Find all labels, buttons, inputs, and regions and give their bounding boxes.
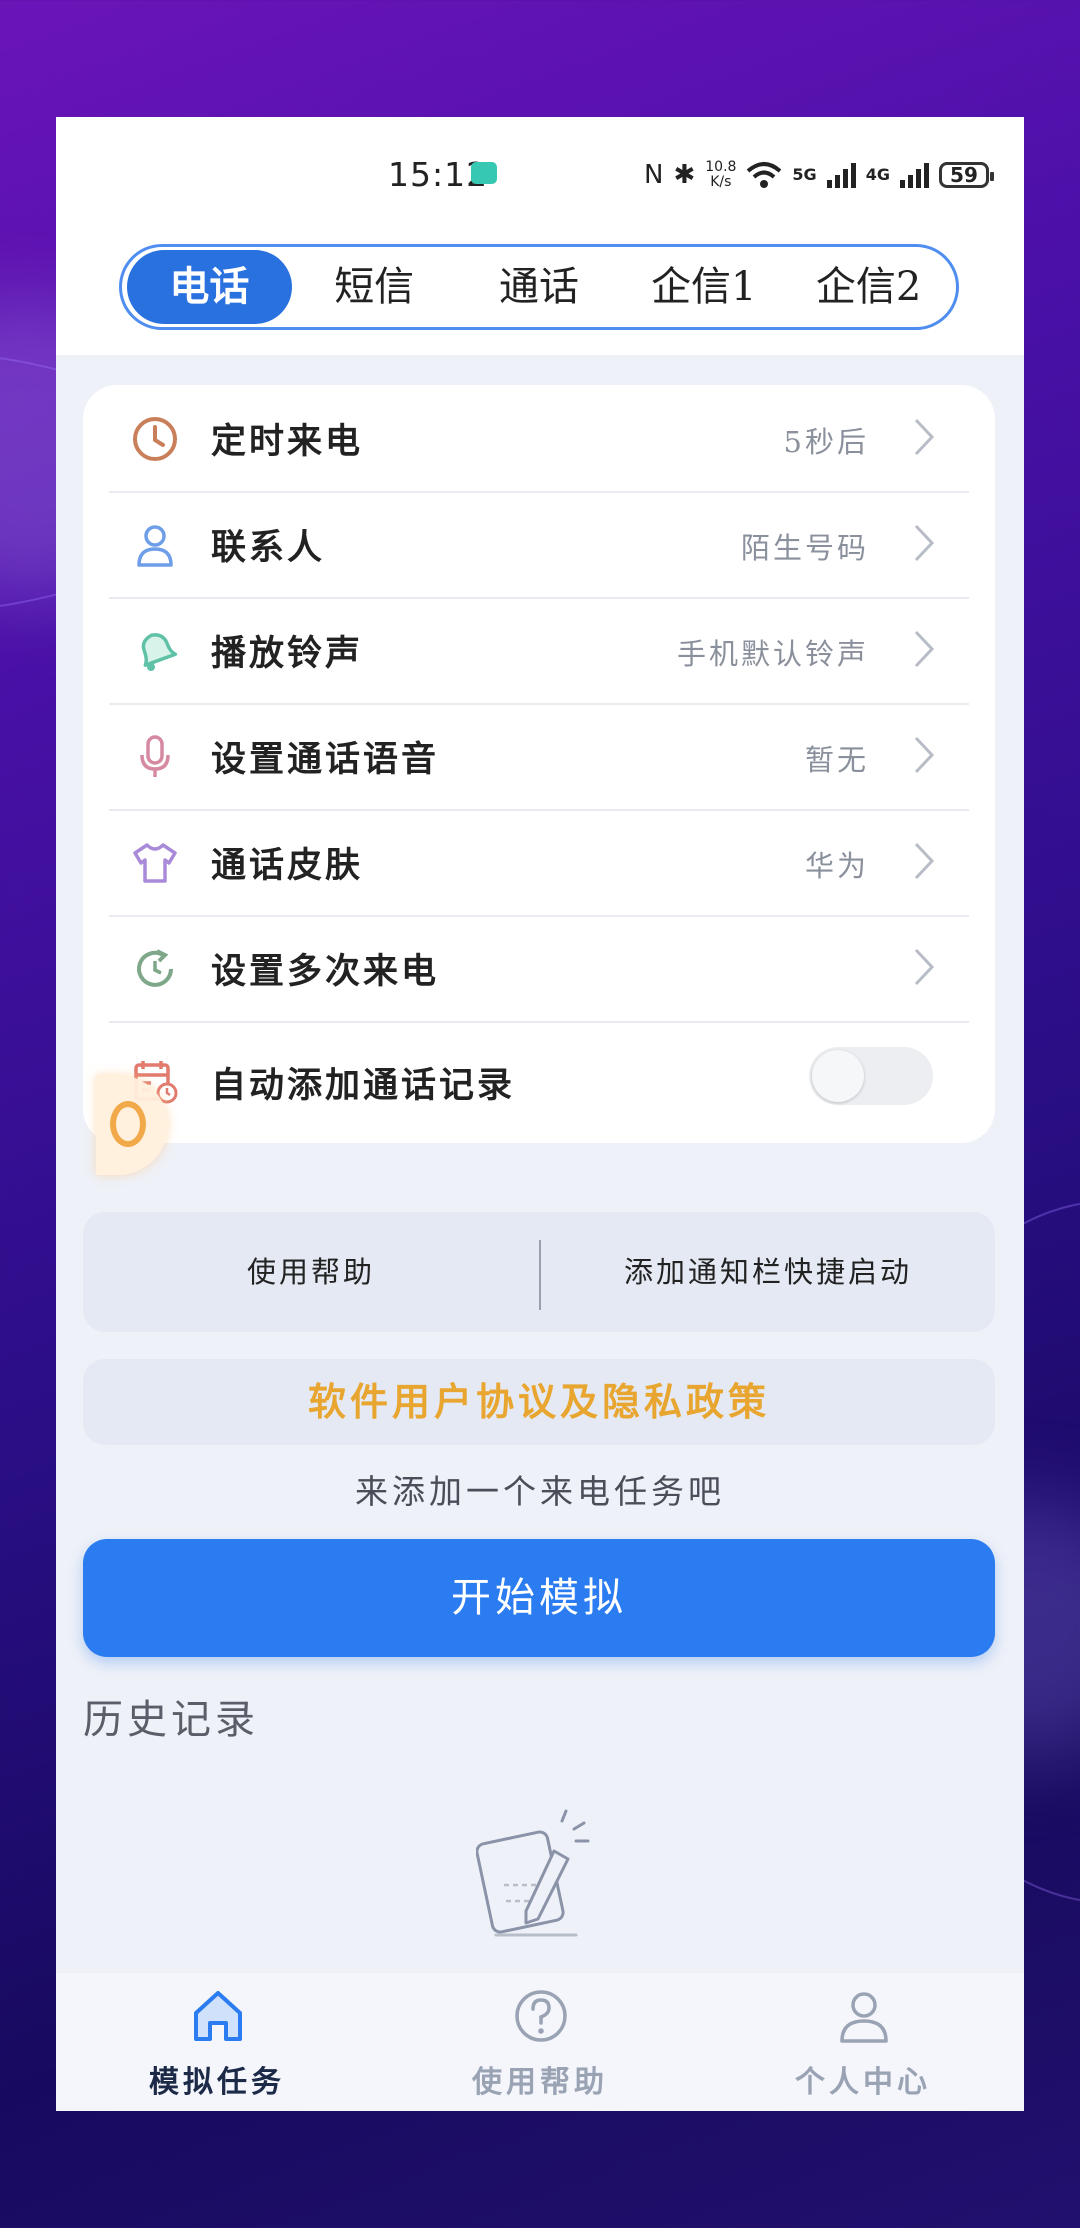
empty-task-hint: 来添加一个来电任务吧 [355,1472,725,1511]
bell-icon [141,633,178,671]
setting-value: 华为 [804,849,869,883]
bottom-nav: 模拟任务 使用帮助 个人中心 [56,1973,1024,2111]
signal-5g-icon [826,162,856,188]
bluetooth-icon: ✱ [673,160,696,190]
chevron-right-icon [914,524,935,562]
tab-bar: 电话 短信 通话 企信1 企信2 [119,244,959,330]
toggle-knob [812,1050,864,1102]
notification-app-icon [471,162,497,184]
setting-value: 陌生号码 [740,531,869,565]
user-agreement-link[interactable]: 软件用户协议及隐私政策 [83,1359,995,1445]
tab-enterprise-1[interactable]: 企信1 [621,250,786,324]
wifi-icon [747,162,782,188]
add-notification-shortcut-button[interactable]: 添加通知栏快捷启动 [541,1212,995,1332]
settings-card: 定时来电 5秒后 联系人 陌生号码 播放铃声 手机默认铃声 设置通话语音 暂无 [83,385,995,1143]
setting-scheduled-call[interactable]: 定时来电 5秒后 [109,385,969,493]
network-speed: 10.8 K/s [705,159,737,190]
nav-profile[interactable]: 个人中心 [702,1973,1024,2111]
tab-phone[interactable]: 电话 [127,250,292,324]
setting-call-skin[interactable]: 通话皮肤 华为 [109,809,969,917]
shirt-icon [133,843,177,883]
microphone-icon [140,735,170,777]
setting-label: 设置多次来电 [211,951,440,992]
help-button[interactable]: 使用帮助 [83,1212,539,1332]
tab-sms[interactable]: 短信 [292,250,457,324]
nfc-icon: N [644,160,664,190]
setting-label: 播放铃声 [211,633,364,674]
status-bar: 15:12 N ✱ 10.8 K/s 5G 4G 59 [56,117,1024,235]
setting-auto-call-log: 自动添加通话记录 [109,1021,969,1141]
chevron-right-icon [914,736,935,774]
repeat-icon [137,949,173,987]
tab-call[interactable]: 通话 [457,250,622,324]
nav-help[interactable]: 使用帮助 [379,1973,701,2111]
chevron-right-icon [914,630,935,668]
signal-4g-icon [899,162,929,188]
chevron-right-icon [914,418,935,456]
setting-value: 5秒后 [783,425,869,459]
home-icon [194,1991,242,2041]
setting-ringtone[interactable]: 播放铃声 手机默认铃声 [109,597,969,705]
history-title: 历史记录 [83,1697,259,1743]
network-5g-label: 5G [792,165,817,184]
nav-simulate-tasks[interactable]: 模拟任务 [56,1973,378,2111]
battery-icon: 59 [938,162,994,188]
status-icons: N ✱ 10.8 K/s 5G 4G 59 [644,155,994,195]
setting-call-voice[interactable]: 设置通话语音 暂无 [109,703,969,811]
setting-contact[interactable]: 联系人 陌生号码 [109,491,969,599]
clock-icon [133,417,177,461]
network-4g-label: 4G [865,165,890,184]
setting-label: 联系人 [211,527,326,568]
auto-call-log-toggle[interactable] [809,1047,933,1105]
nav-label: 个人中心 [795,2065,931,2100]
setting-value: 手机默认铃声 [676,637,869,671]
setting-label: 定时来电 [211,421,364,462]
app-screen: 15:12 N ✱ 10.8 K/s 5G 4G 59 电话 短信 通话 企信1 … [56,117,1024,2111]
person-icon [137,525,173,567]
setting-label: 通话皮肤 [211,845,364,886]
help-icon [515,1990,567,2042]
setting-label: 设置通话语音 [211,739,440,780]
setting-label: 自动添加通话记录 [211,1065,516,1106]
tab-enterprise-2[interactable]: 企信2 [786,250,951,324]
setting-value: 暂无 [804,743,869,777]
setting-repeat-call[interactable]: 设置多次来电 [109,915,969,1023]
empty-history-illustration [476,1809,590,1937]
user-icon [840,1992,888,2043]
start-simulation-button[interactable]: 开始模拟 [83,1539,995,1657]
chevron-right-icon [914,948,935,986]
help-bar: 使用帮助 添加通知栏快捷启动 [83,1212,995,1332]
nav-label: 使用帮助 [472,2065,608,2100]
chevron-right-icon [914,842,935,880]
nav-label: 模拟任务 [149,2065,285,2100]
